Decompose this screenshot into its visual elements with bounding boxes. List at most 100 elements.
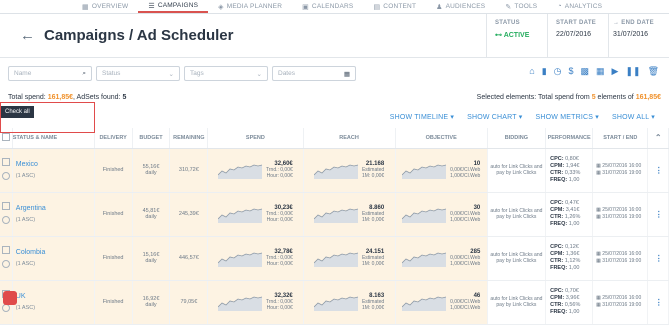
trash-icon[interactable]: 🗑 xyxy=(648,66,659,77)
nav-content[interactable]: ▤ CONTENT xyxy=(363,0,426,13)
col-budget[interactable]: BUDGET xyxy=(132,128,171,149)
chat-icon[interactable] xyxy=(3,291,17,305)
more-options-icon[interactable]: ⋮ xyxy=(655,298,663,307)
bidding-cell: auto for Link Clicks and pay by Link Cli… xyxy=(487,236,547,281)
reach-cpm: 1M: 0,00€ xyxy=(361,305,385,311)
col-start-end[interactable]: START / END xyxy=(592,128,649,149)
play-icon[interactable] xyxy=(1,260,10,268)
row-menu[interactable]: ⋮ xyxy=(647,280,669,325)
nav-calendars[interactable]: ▣ CALENDARS xyxy=(292,0,363,13)
adset-tag: (1 ASC) xyxy=(15,217,36,223)
objective-cost-2: 1,00€/Cl.Web xyxy=(450,217,481,223)
sparkline xyxy=(218,296,263,311)
sparkline xyxy=(313,164,359,179)
sparkline xyxy=(402,164,447,179)
page-title: Campaigns / Ad Scheduler xyxy=(44,27,234,44)
start-end-cell: ▦ 25/07/2016 16:00 ▦ 31/07/2016 19:00 xyxy=(592,148,649,193)
performance-cell: CPC: 0,47€ CPM: 3,41€ CTR: 1,26% FREQ: 1,00 xyxy=(545,192,594,237)
page-header: ← Campaigns / Ad Scheduler STATUS ⊷ ACTI… xyxy=(0,14,669,58)
play-icon[interactable]: ▶ xyxy=(612,66,619,77)
nav-overview[interactable]: ▦ OVERVIEW xyxy=(72,0,138,13)
more-options-icon[interactable]: ⋮ xyxy=(655,254,663,263)
nav-tools[interactable]: ✎ TOOLS xyxy=(495,0,547,13)
col-spend[interactable]: SPEND xyxy=(207,128,304,149)
play-icon[interactable] xyxy=(1,172,10,180)
spend-cell: 32,60€ Trnd.: 0,00€ Hour: 0,00€ xyxy=(207,148,304,193)
bar-chart-icon[interactable]: ▮ xyxy=(542,66,547,77)
show-chart-button[interactable]: SHOW CHART ▾ xyxy=(467,113,522,121)
row-checkbox[interactable] xyxy=(1,246,10,254)
col-delivery[interactable]: DELIVERY xyxy=(94,128,133,149)
people-icon: ♟ xyxy=(436,3,443,11)
image-icon[interactable]: ▩ xyxy=(581,66,590,77)
objective-cell: 10 0,00€/Cl.Web 1,00€/Cl.Web xyxy=(395,148,488,193)
more-options-icon[interactable]: ⋮ xyxy=(655,210,663,219)
dollar-icon[interactable]: $ xyxy=(569,66,574,77)
end-date-box: → END DATE 31/07/2016 xyxy=(608,14,669,58)
status-text: ACTIVE xyxy=(503,32,530,39)
nav-media-planner[interactable]: ◈ MEDIA PLANNER xyxy=(208,0,292,13)
performance-cell: CPC: 0,12€ CPM: 1,36€ CTR: 1,12% FREQ: 1,00 xyxy=(545,236,594,281)
content-icon: ▤ xyxy=(373,3,381,11)
nav-audiences[interactable]: ♟ AUDIENCES xyxy=(426,0,495,13)
media-icon: ◈ xyxy=(218,3,224,11)
col-reach[interactable]: REACH xyxy=(303,128,396,149)
back-arrow-icon[interactable]: ← xyxy=(20,27,35,44)
adset-name-link[interactable]: Argentina xyxy=(16,205,94,212)
status-value[interactable]: ⊷ ACTIVE xyxy=(495,31,539,39)
play-icon[interactable] xyxy=(1,216,10,224)
clock-icon[interactable]: ◷ xyxy=(554,66,562,77)
chevron-down-icon: ⌄ xyxy=(256,70,262,78)
show-metrics-button[interactable]: SHOW METRICS ▾ xyxy=(536,113,599,121)
start-end-cell: ▦ 25/07/2016 16:00 ▦ 31/07/2016 19:00 xyxy=(592,192,649,237)
budget-sub: daily xyxy=(145,302,157,308)
spend-hour: Hour: 0,00€ xyxy=(266,261,293,267)
table-row[interactable]: Argentina (1 ASC) Finished 45,81€ daily 24… xyxy=(0,192,669,237)
col-performance[interactable]: PERFORMANCE xyxy=(545,128,594,149)
name-search-input[interactable]: Name ⌕ xyxy=(8,66,92,81)
status-select[interactable]: Status ⌄ xyxy=(96,66,180,81)
row-menu[interactable]: ⋮ xyxy=(647,236,669,281)
adset-name-link[interactable]: Colombia xyxy=(16,249,94,256)
chevron-up-icon[interactable]: ⌃ xyxy=(647,128,669,149)
budget-cell: 55,16€ daily xyxy=(132,148,171,193)
nav-analytics[interactable]: ◔ ANALYTICS xyxy=(547,0,612,13)
row-checkbox[interactable] xyxy=(1,158,10,166)
adset-name-link[interactable]: Mexico xyxy=(16,161,94,168)
row-menu[interactable]: ⋮ xyxy=(647,148,669,193)
dates-input[interactable]: Dates ▦ xyxy=(272,66,356,81)
calendar-icon[interactable]: ▦ xyxy=(596,66,605,77)
status-toggle-icon[interactable]: ⊷ xyxy=(495,32,504,39)
table-row[interactable]: UK (1 ASC) Finished 16,92€ daily 79,05€ 32… xyxy=(0,280,669,325)
status-box: STATUS ⊷ ACTIVE xyxy=(486,14,547,58)
budget-cell: 45,81€ daily xyxy=(132,192,171,237)
more-options-icon[interactable]: ⋮ xyxy=(655,166,663,175)
col-objective[interactable]: OBJECTIVE xyxy=(395,128,488,149)
show-options: SHOW TIMELINE ▾ SHOW CHART ▾ SHOW METRIC… xyxy=(0,106,669,128)
nav-label: CAMPAIGNS xyxy=(157,2,199,9)
nav-campaigns[interactable]: ☰ CAMPAIGNS xyxy=(138,0,209,13)
show-all-button[interactable]: SHOW ALL ▾ xyxy=(612,113,655,121)
row-checkbox[interactable] xyxy=(1,202,10,210)
nav-label: CONTENT xyxy=(383,3,417,10)
adset-name-link[interactable]: UK xyxy=(16,293,94,300)
pause-icon[interactable]: ❚❚ xyxy=(625,66,640,77)
tags-select[interactable]: Tags ⌄ xyxy=(184,66,268,81)
table-row[interactable]: Mexico (1 ASC) Finished 55,16€ daily 310,7… xyxy=(0,148,669,193)
nav-label: AUDIENCES xyxy=(445,3,486,10)
spend-cell: 32,78€ Trnd.: 0,00€ Hour: 0,00€ xyxy=(207,236,304,281)
adset-tag: (1 ASC) xyxy=(15,261,36,267)
remaining-cell: 446,57€ xyxy=(169,236,209,281)
delivery-cell: Finished xyxy=(94,192,133,237)
end-date-label: → END DATE xyxy=(613,20,654,26)
row-menu[interactable]: ⋮ xyxy=(647,192,669,237)
table-row[interactable]: Colombia (1 ASC) Finished 15,16€ daily 446… xyxy=(0,236,669,281)
show-timeline-button[interactable]: SHOW TIMELINE ▾ xyxy=(390,113,454,121)
remaining-cell: 310,72€ xyxy=(169,148,209,193)
tag-icon[interactable]: ⌂ xyxy=(529,66,534,77)
spend-hour: Hour: 0,00€ xyxy=(266,173,293,179)
col-remaining[interactable]: REMAINING xyxy=(169,128,209,149)
play-icon[interactable] xyxy=(1,304,10,312)
bidding-cell: auto for Link Clicks and pay by Link Cli… xyxy=(487,192,547,237)
col-bidding[interactable]: BIDDING xyxy=(487,128,547,149)
